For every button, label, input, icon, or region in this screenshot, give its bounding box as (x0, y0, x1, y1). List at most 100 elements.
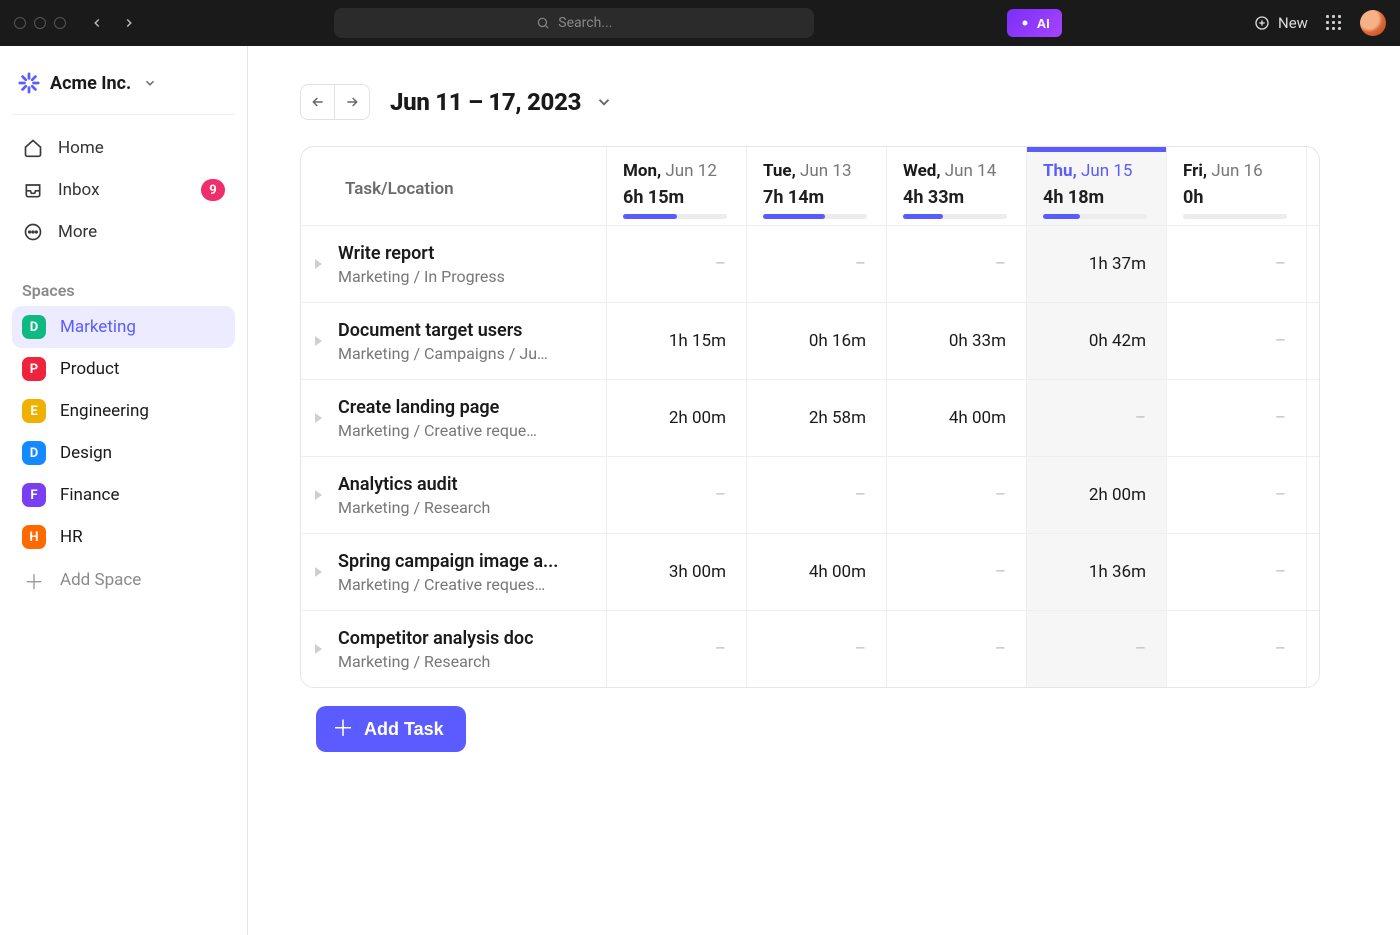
ai-button[interactable]: AI (1007, 9, 1062, 37)
add-space-button[interactable]: ＋ Add Space (12, 558, 235, 602)
task-path: Marketing / Creative reque… (338, 421, 537, 440)
task-name: Spring campaign image a... (338, 551, 558, 572)
arrow-left-icon (310, 94, 326, 110)
time-cell[interactable]: – (887, 611, 1027, 687)
space-item-finance[interactable]: F Finance (12, 474, 235, 516)
time-cell[interactable]: 0h 16m (747, 303, 887, 379)
time-cell[interactable]: – (607, 611, 747, 687)
expand-icon[interactable] (315, 644, 322, 654)
sidebar-item-inbox[interactable]: Inbox 9 (12, 169, 235, 211)
content: Jun 11 – 17, 2023 Task/Location Mon, Jun… (248, 46, 1400, 935)
space-color-icon: H (22, 525, 46, 549)
task-cell[interactable]: Competitor analysis docMarketing / Resea… (301, 611, 607, 687)
space-item-hr[interactable]: HHR (12, 516, 235, 558)
new-button[interactable]: New (1254, 14, 1308, 32)
time-cell[interactable]: – (1027, 380, 1167, 456)
time-cell[interactable]: 1h 37m (1027, 226, 1167, 302)
time-cell[interactable]: – (1167, 457, 1307, 533)
next-week-button[interactable] (335, 85, 369, 119)
space-color-icon: D (22, 441, 46, 465)
back-button[interactable] (84, 14, 110, 32)
inbox-badge: 9 (201, 179, 225, 201)
time-cell[interactable]: – (1167, 303, 1307, 379)
add-task-button[interactable]: ＋ Add Task (316, 706, 466, 752)
task-row: Write reportMarketing / In Progress–––1h… (301, 225, 1319, 302)
time-cell[interactable]: 1h 15m (607, 303, 747, 379)
time-cell[interactable]: 0h 33m (887, 303, 1027, 379)
window-controls[interactable] (14, 17, 66, 29)
space-label: Finance (60, 485, 119, 505)
time-cell[interactable]: – (747, 611, 887, 687)
task-cell[interactable]: Create landing pageMarketing / Creative … (301, 380, 607, 456)
space-item-product[interactable]: PProduct (12, 348, 235, 390)
sparkle-icon (1019, 17, 1031, 29)
day-header-mon[interactable]: Mon, Jun 126h 15m (607, 147, 747, 225)
avatar[interactable] (1360, 10, 1386, 36)
time-cell[interactable]: – (747, 226, 887, 302)
day-header-thu[interactable]: Thu, Jun 154h 18m (1027, 147, 1167, 225)
space-color-icon: E (22, 399, 46, 423)
task-cell[interactable]: Write reportMarketing / In Progress (301, 226, 607, 302)
time-cell[interactable]: – (1167, 534, 1307, 610)
space-color-icon: F (22, 483, 46, 507)
sidebar-item-label: Inbox (58, 180, 100, 200)
chevron-down-icon (143, 76, 157, 90)
time-cell[interactable]: – (607, 226, 747, 302)
expand-icon[interactable] (315, 567, 322, 577)
time-cell[interactable]: – (607, 457, 747, 533)
week-nav (300, 84, 370, 120)
task-cell[interactable]: Spring campaign image a... Marketing / Cr… (301, 534, 607, 610)
day-header-fri[interactable]: Fri, Jun 160h (1167, 147, 1307, 225)
space-item-design[interactable]: DDesign (12, 432, 235, 474)
time-cell[interactable]: – (747, 457, 887, 533)
day-header-tue[interactable]: Tue, Jun 137h 14m (747, 147, 887, 225)
expand-icon[interactable] (315, 413, 322, 423)
time-cell[interactable]: – (1167, 380, 1307, 456)
workspace-logo-icon (18, 72, 40, 94)
sidebar: Acme Inc. Home Inbox 9 More Spaces DMark… (0, 46, 248, 935)
date-range-row: Jun 11 – 17, 2023 (300, 84, 1400, 120)
space-label: Marketing (60, 317, 136, 337)
sidebar-item-label: More (58, 222, 97, 242)
chevron-down-icon[interactable] (595, 93, 613, 111)
prev-week-button[interactable] (301, 85, 335, 119)
time-cell[interactable]: 4h 00m (747, 534, 887, 610)
timesheet-header: Task/Location Mon, Jun 126h 15mTue, Jun … (301, 147, 1319, 225)
time-cell[interactable]: 2h 00m (1027, 457, 1167, 533)
task-path: Marketing / Creative reques… (338, 575, 558, 594)
workspace-switcher[interactable]: Acme Inc. (12, 64, 235, 115)
sidebar-item-home[interactable]: Home (12, 127, 235, 169)
forward-button[interactable] (116, 14, 142, 32)
arrow-right-icon (344, 94, 360, 110)
expand-icon[interactable] (315, 259, 322, 269)
plus-icon: ＋ (332, 718, 354, 740)
time-cell[interactable]: 0h 42m (1027, 303, 1167, 379)
sidebar-item-label: Home (58, 138, 104, 158)
space-item-marketing[interactable]: DMarketing (12, 306, 235, 348)
time-cell[interactable]: – (1027, 611, 1167, 687)
apps-icon[interactable] (1326, 15, 1342, 31)
time-cell[interactable]: – (887, 226, 1027, 302)
time-cell[interactable]: 3h 00m (607, 534, 747, 610)
space-label: Engineering (60, 401, 149, 421)
time-cell[interactable]: 4h 00m (887, 380, 1027, 456)
time-cell[interactable]: – (887, 534, 1027, 610)
space-item-engineering[interactable]: E Engineering (12, 390, 235, 432)
plus-circle-icon (1254, 15, 1270, 31)
spaces-list: DMarketingPProductEEngineeringDDesignFFi… (12, 306, 235, 558)
sidebar-item-more[interactable]: More (12, 211, 235, 253)
task-cell[interactable]: Document target usersMarketing / Campaig… (301, 303, 607, 379)
time-cell[interactable]: 2h 00m (607, 380, 747, 456)
expand-icon[interactable] (315, 336, 322, 346)
time-cell[interactable]: – (887, 457, 1027, 533)
time-cell[interactable]: 1h 36m (1027, 534, 1167, 610)
time-cell[interactable]: 2h 58m (747, 380, 887, 456)
space-label: Product (60, 359, 119, 379)
time-cell[interactable]: – (1167, 226, 1307, 302)
day-header-wed[interactable]: Wed, Jun 144h 33m (887, 147, 1027, 225)
expand-icon[interactable] (315, 490, 322, 500)
search-input[interactable]: Search... (334, 8, 814, 38)
time-cell[interactable]: – (1167, 611, 1307, 687)
task-cell[interactable]: Analytics auditMarketing / Research (301, 457, 607, 533)
task-path: Marketing / Campaigns / Ju… (338, 344, 548, 363)
